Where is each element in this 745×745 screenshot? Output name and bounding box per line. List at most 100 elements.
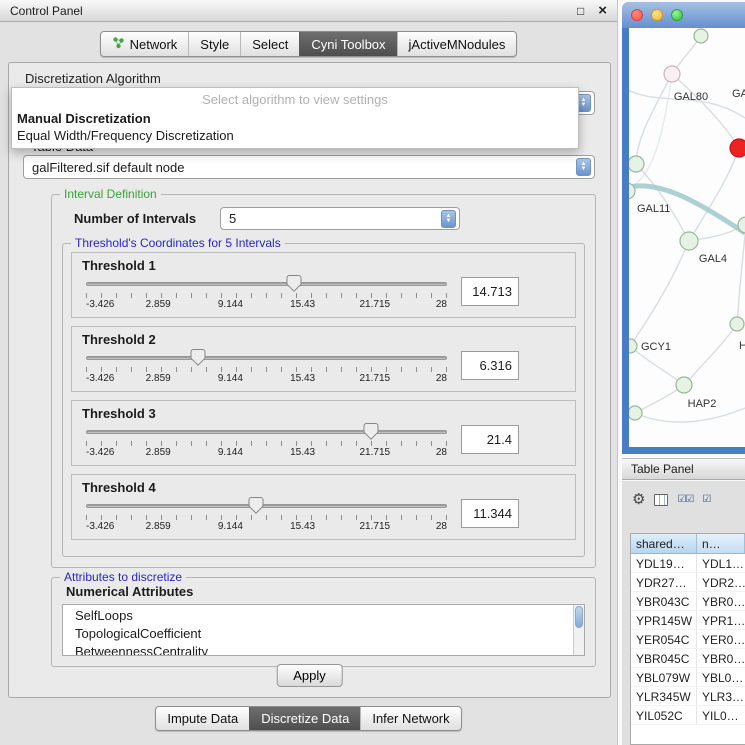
table-cell[interactable]: YPR145W — [631, 611, 697, 629]
tab-style[interactable]: Style — [188, 32, 240, 56]
settings-gear-icon[interactable]: ⚙ — [632, 492, 645, 507]
table-row[interactable]: YER054C YER0… — [631, 630, 745, 649]
list-item[interactable]: TopologicalCoefficient — [75, 625, 584, 643]
table-row[interactable]: YIL052C YIL0… — [631, 706, 745, 725]
threshold-4-value-field[interactable]: 11.344 — [461, 499, 519, 528]
table-row[interactable]: YLR345W YLR3… — [631, 687, 745, 706]
threshold-3-value-field[interactable]: 21.4 — [461, 425, 519, 454]
close-icon[interactable]: × — [598, 5, 607, 17]
number-of-intervals-combobox[interactable]: 5 ▲ ▼ — [220, 207, 460, 230]
table-cell[interactable]: YPR1… — [697, 611, 745, 629]
list-scrollbar[interactable] — [573, 605, 584, 655]
check-edit-icon[interactable]: ☑ — [702, 494, 710, 505]
screen: Control Panel □ × — [0, 0, 745, 745]
network-node-gal80[interactable] — [664, 66, 680, 82]
threshold-1-slider[interactable]: -3.426 2.859 9.144 15.43 21.715 28 — [86, 274, 447, 311]
threshold-2-value-field[interactable]: 6.316 — [461, 351, 519, 380]
node-label: HAP2 — [688, 398, 717, 410]
threshold-2-label: Threshold 2 — [72, 327, 575, 347]
slider-scale: -3.426 2.859 9.144 15.43 21.715 28 — [86, 299, 447, 311]
table-row[interactable]: YBR043C YBR0… — [631, 592, 745, 611]
column-header-shared-name[interactable]: shared… — [631, 534, 697, 553]
slider-ticks — [86, 441, 447, 446]
table-row[interactable]: YDL19… YDL1… — [631, 554, 745, 573]
table-cell[interactable]: YDR2… — [697, 573, 745, 591]
table-cell[interactable]: YLR3… — [697, 687, 745, 705]
table-cell[interactable]: YBR045C — [631, 649, 697, 667]
table-row[interactable]: YDR27… YDR2… — [631, 573, 745, 592]
slider-track[interactable] — [86, 282, 447, 286]
dropdown-option-equal-width-frequency[interactable]: Equal Width/Frequency Discretization — [12, 127, 578, 144]
tab-network[interactable]: Network — [101, 32, 189, 56]
table-row[interactable]: YPR145W YPR1… — [631, 611, 745, 630]
table-cell[interactable]: YDR27… — [631, 573, 697, 591]
tab-label: Cyni Toolbox — [311, 37, 385, 52]
network-canvas[interactable]: GAL80 GAL11 GAL4 GCY1 HAP2 GA H — [629, 28, 745, 447]
threshold-1-label: Threshold 1 — [72, 253, 575, 273]
network-node-gal4[interactable] — [680, 232, 698, 250]
table-cell[interactable]: YIL0… — [697, 706, 745, 724]
tab-impute-data[interactable]: Impute Data — [156, 707, 249, 730]
list-item[interactable]: SelfLoops — [75, 607, 584, 625]
network-view-window: GAL80 GAL11 GAL4 GCY1 HAP2 GA H — [622, 2, 745, 454]
network-node[interactable] — [730, 317, 744, 331]
table-cell[interactable]: YER054C — [631, 630, 697, 648]
tab-select[interactable]: Select — [240, 32, 299, 56]
attributes-group-title: Attributes to discretize — [60, 570, 186, 584]
threshold-2-slider[interactable]: -3.426 2.859 9.144 15.43 21.715 28 — [86, 348, 447, 385]
slider-thumb[interactable] — [364, 423, 379, 440]
node-attribute-table: shared… n… YDL19… YDL1… YDR27… YDR2… YBR… — [630, 533, 745, 745]
slider-scale: -3.426 2.859 9.144 15.43 21.715 28 — [86, 521, 447, 533]
table-cell[interactable]: YBR0… — [697, 592, 745, 610]
network-node[interactable] — [629, 156, 644, 172]
slider-track[interactable] — [86, 356, 447, 360]
number-of-intervals-label: Number of Intervals — [74, 211, 196, 226]
network-node-selected-red[interactable] — [730, 139, 745, 157]
table-cell[interactable]: YDL19… — [631, 554, 697, 572]
table-cell[interactable]: YBR043C — [631, 592, 697, 610]
table-row[interactable]: YBR045C YBR0… — [631, 649, 745, 668]
slider-thumb[interactable] — [248, 497, 263, 514]
tab-discretize-data[interactable]: Discretize Data — [249, 707, 360, 730]
zoom-traffic-light-icon[interactable] — [671, 9, 683, 21]
apply-button[interactable]: Apply — [276, 664, 343, 687]
table-data-combobox[interactable]: galFiltered.sif default node ▲ ▼ — [23, 155, 595, 179]
close-traffic-light-icon[interactable] — [631, 9, 643, 21]
network-node[interactable] — [629, 406, 642, 420]
column-header-name[interactable]: n… — [697, 534, 745, 553]
algorithm-section-label: Discretization Algorithm — [25, 71, 161, 86]
threshold-4-slider[interactable]: -3.426 2.859 9.144 15.43 21.715 28 — [86, 496, 447, 533]
float-window-icon[interactable]: □ — [577, 4, 584, 18]
minimize-traffic-light-icon[interactable] — [651, 9, 663, 21]
tab-label: jActiveMNodules — [409, 37, 506, 52]
down-arrow-icon: ▼ — [581, 167, 587, 172]
dropdown-option-manual-discretization[interactable]: Manual Discretization — [12, 110, 578, 127]
column-selector-icon[interactable] — [654, 494, 668, 506]
table-cell[interactable]: YDL1… — [697, 554, 745, 572]
scrollbar-thumb[interactable] — [575, 606, 583, 628]
tab-infer-network[interactable]: Infer Network — [360, 707, 460, 730]
network-node-hap2[interactable] — [676, 377, 692, 393]
table-cell[interactable]: YLR345W — [631, 687, 697, 705]
slider-thumb[interactable] — [287, 275, 302, 292]
slider-thumb[interactable] — [190, 349, 205, 366]
slider-track[interactable] — [86, 430, 447, 434]
table-cell[interactable]: YBL079W — [631, 668, 697, 686]
tab-jactivemnodules[interactable]: jActiveMNodules — [397, 32, 517, 56]
slider-track[interactable] — [86, 504, 447, 508]
table-toolbar: ⚙ ☑☑ ☑ — [632, 492, 710, 507]
network-node[interactable] — [694, 29, 708, 43]
threshold-3-box: Threshold 3 — [71, 400, 576, 466]
table-cell[interactable]: YBR0… — [697, 649, 745, 667]
table-cell[interactable]: YBL0… — [697, 668, 745, 686]
batch-check-icon[interactable]: ☑☑ — [677, 494, 693, 505]
threshold-1-value-field[interactable]: 14.713 — [461, 277, 519, 306]
table-cell[interactable]: YIL052C — [631, 706, 697, 724]
list-item[interactable]: BetweennessCentrality — [75, 643, 584, 656]
node-label: GAL4 — [699, 253, 727, 265]
table-cell[interactable]: YER0… — [697, 630, 745, 648]
table-row[interactable]: YBL079W YBL0… — [631, 668, 745, 687]
network-node-gcy1[interactable] — [629, 339, 637, 353]
tab-cyni-toolbox[interactable]: Cyni Toolbox — [299, 32, 396, 56]
threshold-3-slider[interactable]: -3.426 2.859 9.144 15.43 21.715 28 — [86, 422, 447, 459]
